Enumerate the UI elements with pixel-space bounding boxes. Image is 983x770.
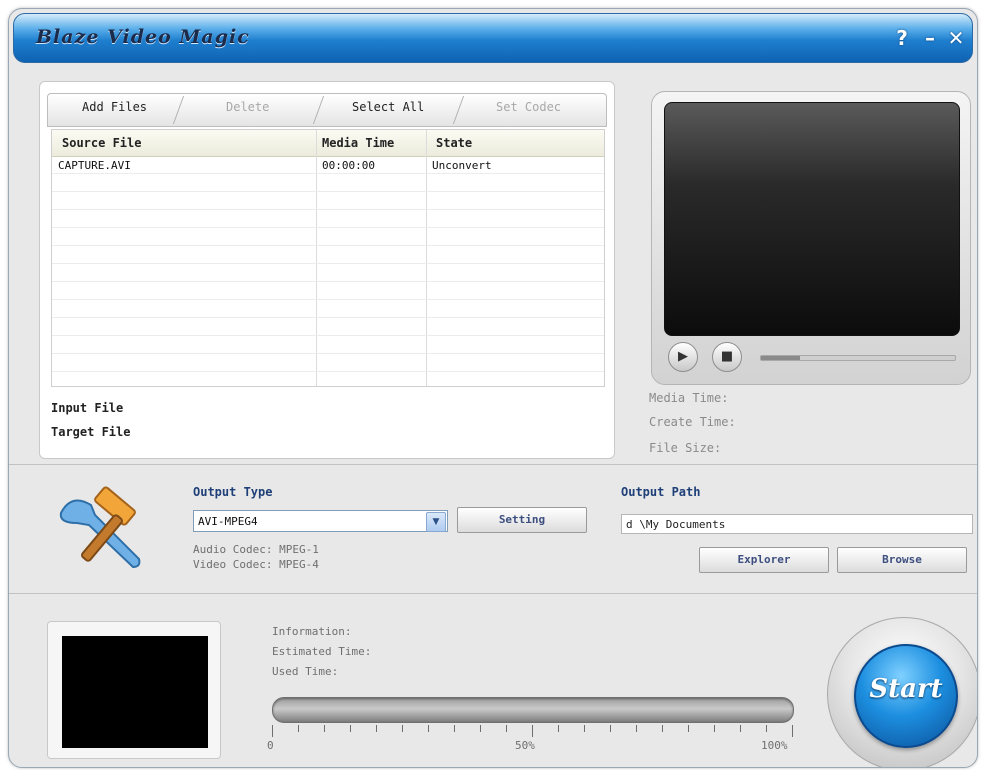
progress-tick-label-0: 0 — [267, 739, 274, 752]
column-state[interactable]: State — [436, 136, 472, 150]
output-path-field[interactable]: d \My Documents — [621, 514, 973, 534]
progress-tick — [506, 725, 507, 732]
table-header: Source File Media Time State — [52, 130, 604, 157]
start-button-label: Start — [869, 674, 943, 704]
cell-state: Unconvert — [432, 159, 492, 172]
video-player: ▶ ■ — [651, 91, 971, 385]
progress-tick — [428, 725, 429, 732]
progress-tick — [584, 725, 585, 732]
preview-thumbnail — [47, 621, 221, 759]
start-button[interactable]: Start — [854, 644, 958, 748]
tools-icon — [59, 486, 141, 569]
file-toolbar: Add Files Delete Select All Set Codec — [47, 93, 607, 127]
output-type-select[interactable]: AVI-MPEG4 ▼ — [193, 510, 448, 532]
progress-tick-label-100: 100% — [761, 739, 788, 752]
output-type-label: Output Type — [193, 485, 273, 499]
progress-tick-label-50: 50% — [515, 739, 535, 752]
create-time-label: Create Time: — [649, 415, 736, 429]
progress-tick — [480, 725, 481, 732]
used-time-label: Used Time: — [272, 665, 339, 678]
close-button[interactable]: ✕ — [944, 26, 968, 50]
target-file-label: Target File — [51, 425, 131, 439]
progress-tick — [298, 725, 299, 732]
output-type-value: AVI-MPEG4 — [198, 515, 258, 528]
input-file-label: Input File — [51, 401, 124, 415]
progress-tick — [792, 725, 793, 737]
information-label: Information: — [272, 625, 352, 638]
add-files-button[interactable]: Add Files — [82, 100, 147, 114]
column-media-time[interactable]: Media Time — [322, 136, 394, 150]
progress-tick — [376, 725, 377, 732]
browse-button[interactable]: Browse — [837, 547, 967, 573]
progress-tick — [662, 725, 663, 732]
play-icon[interactable]: ▶ — [668, 342, 698, 372]
select-all-button[interactable]: Select All — [352, 100, 424, 114]
preview-screen — [62, 636, 208, 748]
progress-tick — [350, 725, 351, 732]
progress-tick — [402, 725, 403, 732]
setting-button[interactable]: Setting — [457, 507, 587, 533]
progress-tick — [272, 725, 273, 737]
section-divider — [9, 593, 977, 594]
progress-tick — [324, 725, 325, 732]
audio-codec-text: Audio Codec: MPEG-1 — [193, 543, 319, 556]
progress-tick — [558, 725, 559, 732]
cell-media-time: 00:00:00 — [322, 159, 375, 172]
toolbar-divider — [172, 96, 195, 124]
progress-tick — [714, 725, 715, 732]
progress-tick — [740, 725, 741, 732]
app-window: Blaze Video Magic ? – ✕ Add Files Delete… — [8, 8, 978, 768]
section-divider — [9, 464, 977, 465]
toolbar-divider — [312, 96, 335, 124]
stop-icon[interactable]: ■ — [712, 342, 742, 372]
progress-bar — [272, 697, 794, 723]
minimize-button[interactable]: – — [918, 26, 942, 50]
seek-slider-fill — [761, 356, 800, 360]
explorer-button[interactable]: Explorer — [699, 547, 829, 573]
video-codec-text: Video Codec: MPEG-4 — [193, 558, 319, 571]
table-row[interactable]: CAPTURE.AVI 00:00:00 Unconvert — [52, 158, 604, 174]
progress-tick — [532, 725, 533, 737]
cell-source-file: CAPTURE.AVI — [58, 159, 131, 172]
help-button[interactable]: ? — [890, 26, 914, 50]
file-size-label: File Size: — [649, 441, 722, 455]
progress-tick — [454, 725, 455, 732]
seek-slider[interactable] — [760, 355, 956, 361]
file-table: Source File Media Time State CAPTURE.AVI… — [51, 129, 605, 387]
chevron-down-icon[interactable]: ▼ — [426, 512, 446, 532]
progress-tick — [610, 725, 611, 732]
title-bar[interactable]: Blaze Video Magic ? – ✕ — [13, 13, 973, 63]
output-path-label: Output Path — [621, 485, 701, 499]
media-time-label: Media Time: — [649, 391, 729, 405]
column-source-file[interactable]: Source File — [62, 136, 141, 150]
start-button-ring: Start — [827, 617, 977, 767]
video-screen — [664, 102, 960, 336]
app-title: Blaze Video Magic — [36, 26, 250, 48]
set-codec-button[interactable]: Set Codec — [496, 100, 561, 114]
delete-button[interactable]: Delete — [226, 100, 269, 114]
progress-tick — [688, 725, 689, 732]
toolbar-divider — [452, 96, 475, 124]
progress-tick — [636, 725, 637, 732]
progress-tick — [766, 725, 767, 732]
estimated-time-label: Estimated Time: — [272, 645, 372, 658]
